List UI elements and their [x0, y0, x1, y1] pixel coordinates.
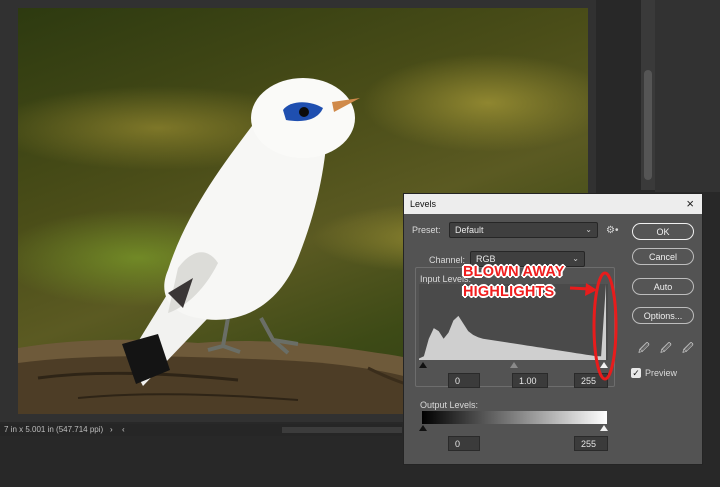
preview-label: Preview: [645, 368, 678, 378]
gray-eyedropper-icon[interactable]: 🖉: [660, 340, 672, 359]
status-next-arrow-icon[interactable]: ›: [110, 424, 113, 436]
white-eyedropper-icon[interactable]: 🖉: [682, 340, 694, 359]
preset-label: Preset:: [412, 225, 441, 235]
auto-button[interactable]: Auto: [632, 278, 694, 295]
dialog-title: Levels: [410, 199, 437, 209]
input-black-slider[interactable]: [419, 362, 427, 368]
preview-checkbox[interactable]: ✓: [631, 368, 641, 378]
channel-label: Channel:: [427, 255, 468, 265]
scroll-left-arrow-icon[interactable]: ‹: [122, 424, 125, 436]
output-gradient: [422, 411, 607, 424]
options-button[interactable]: Options...: [632, 307, 694, 324]
output-black-field[interactable]: 0: [448, 436, 480, 451]
vertical-scrollbar[interactable]: [641, 0, 655, 190]
input-white-slider[interactable]: [600, 362, 608, 368]
output-white-field[interactable]: 255: [574, 436, 608, 451]
levels-dialog: Levels × Preset: Default ⌄ ⚙• Channel: R…: [403, 193, 703, 465]
preset-dropdown[interactable]: Default ⌄: [449, 222, 598, 238]
output-white-slider[interactable]: [600, 425, 608, 431]
output-levels-label: Output Levels:: [420, 400, 479, 410]
annotation-callout: BLOWN AWAY HIGHLIGHTS: [463, 262, 565, 302]
document-size-text: 7 in x 5.001 in (547.714 ppi): [4, 425, 104, 434]
black-eyedropper-icon[interactable]: 🖉: [638, 340, 650, 359]
chevron-down-icon: ⌄: [585, 225, 592, 234]
input-gamma-slider[interactable]: [510, 362, 518, 368]
dialog-titlebar: Levels ×: [404, 194, 702, 214]
close-icon[interactable]: ×: [686, 196, 694, 211]
input-gamma-field[interactable]: 1.00: [512, 373, 548, 388]
right-panel: [655, 0, 720, 192]
gear-icon[interactable]: ⚙•: [606, 225, 618, 236]
ok-button[interactable]: OK: [632, 223, 694, 240]
annotation-line-2: HIGHLIGHTS: [463, 284, 555, 300]
output-black-slider[interactable]: [419, 425, 427, 431]
chevron-down-icon: ⌄: [572, 254, 579, 263]
input-black-field[interactable]: 0: [448, 373, 480, 388]
preset-value: Default: [455, 225, 484, 235]
input-white-field[interactable]: 255: [574, 373, 608, 388]
vertical-scroll-thumb[interactable]: [644, 70, 652, 180]
cancel-button[interactable]: Cancel: [632, 248, 694, 265]
horizontal-scrollbar[interactable]: [282, 427, 402, 433]
annotation-line-1: BLOWN AWAY: [463, 264, 565, 280]
